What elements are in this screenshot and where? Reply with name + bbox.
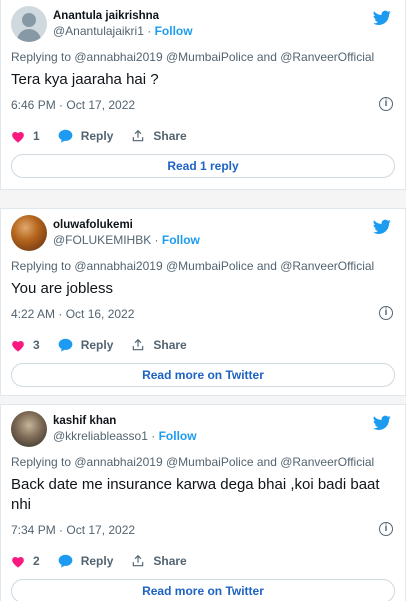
timestamp[interactable]: 6:46 PM · Oct 17, 2022 — [11, 98, 135, 112]
display-name[interactable]: kashif khan — [53, 414, 197, 429]
display-name[interactable]: Anantula jaikrishna — [53, 9, 193, 24]
twitter-bird-icon[interactable] — [373, 10, 391, 26]
tweet-text: You are jobless — [11, 280, 114, 297]
reply-bubble-icon — [58, 338, 73, 352]
heart-icon — [12, 340, 24, 352]
avatar[interactable] — [11, 215, 47, 251]
info-icon[interactable]: i — [379, 522, 393, 536]
like-count: 3 — [33, 338, 40, 352]
tweet-feed: Anantula jaikrishna @Anantulajaikri1 · F… — [0, 0, 406, 601]
share-button[interactable]: Share — [131, 129, 187, 143]
like-count: 1 — [33, 129, 40, 143]
avatar[interactable] — [11, 411, 47, 447]
share-icon — [133, 338, 144, 351]
like-button[interactable]: 3 — [11, 338, 40, 352]
tweet-card: oluwafolukemi @FOLUKEMIHBK · Follow Repl… — [0, 208, 406, 396]
reply-label: Reply — [80, 338, 114, 352]
user-handle[interactable]: @FOLUKEMIHBK — [53, 233, 151, 247]
replying-to[interactable]: Replying to @annabhai2019 @MumbaiPolice … — [11, 455, 395, 469]
share-label: Share — [153, 129, 187, 143]
share-icon — [133, 554, 144, 567]
replying-to[interactable]: Replying to @annabhai2019 @MumbaiPolice … — [11, 259, 395, 273]
follow-button[interactable]: Follow — [159, 429, 197, 443]
tweet-header: oluwafolukemi @FOLUKEMIHBK · Follow — [11, 209, 395, 257]
replying-to[interactable]: Replying to @annabhai2019 @MumbaiPolice … — [11, 50, 395, 64]
tweet-text: Back date me insurance karwa dega bhai ,… — [11, 476, 380, 513]
tweet-card: kashif khan @kkreliableasso1 · Follow Re… — [0, 404, 406, 601]
read-more-button[interactable]: Read more on Twitter — [11, 579, 395, 601]
tweet-header: kashif khan @kkreliableasso1 · Follow — [11, 405, 395, 453]
user-handle[interactable]: @Anantulajaikri1 — [53, 24, 144, 38]
tweet-card: Anantula jaikrishna @Anantulajaikri1 · F… — [0, 0, 406, 190]
twitter-bird-icon[interactable] — [373, 219, 391, 235]
reply-label: Reply — [80, 554, 114, 568]
heart-icon — [12, 131, 24, 143]
reply-button[interactable]: Reply — [58, 554, 114, 568]
tweet-text: Tera kya jaaraha hai ? — [11, 71, 159, 88]
reply-button[interactable]: Reply — [58, 338, 114, 352]
share-label: Share — [153, 554, 187, 568]
heart-icon — [12, 556, 24, 568]
follow-button[interactable]: Follow — [155, 24, 193, 38]
reply-bubble-icon — [58, 129, 73, 143]
reply-label: Reply — [80, 129, 114, 143]
info-icon[interactable]: i — [379, 97, 393, 111]
read-more-button[interactable]: Read more on Twitter — [11, 363, 395, 387]
share-label: Share — [153, 338, 187, 352]
timestamp[interactable]: 4:22 AM · Oct 16, 2022 — [11, 307, 134, 321]
share-button[interactable]: Share — [131, 338, 187, 352]
like-button[interactable]: 1 — [11, 129, 40, 143]
user-handle[interactable]: @kkreliableasso1 — [53, 429, 148, 443]
avatar[interactable] — [11, 6, 47, 42]
tweet-header: Anantula jaikrishna @Anantulajaikri1 · F… — [11, 0, 395, 48]
like-button[interactable]: 2 — [11, 554, 40, 568]
info-icon[interactable]: i — [379, 306, 393, 320]
like-count: 2 — [33, 554, 40, 568]
timestamp[interactable]: 7:34 PM · Oct 17, 2022 — [11, 523, 135, 537]
reply-bubble-icon — [58, 554, 73, 568]
follow-button[interactable]: Follow — [162, 233, 200, 247]
reply-button[interactable]: Reply — [58, 129, 114, 143]
read-replies-button[interactable]: Read 1 reply — [11, 154, 395, 178]
twitter-bird-icon[interactable] — [373, 415, 391, 431]
share-button[interactable]: Share — [131, 554, 187, 568]
share-icon — [133, 129, 144, 142]
display-name[interactable]: oluwafolukemi — [53, 218, 200, 233]
